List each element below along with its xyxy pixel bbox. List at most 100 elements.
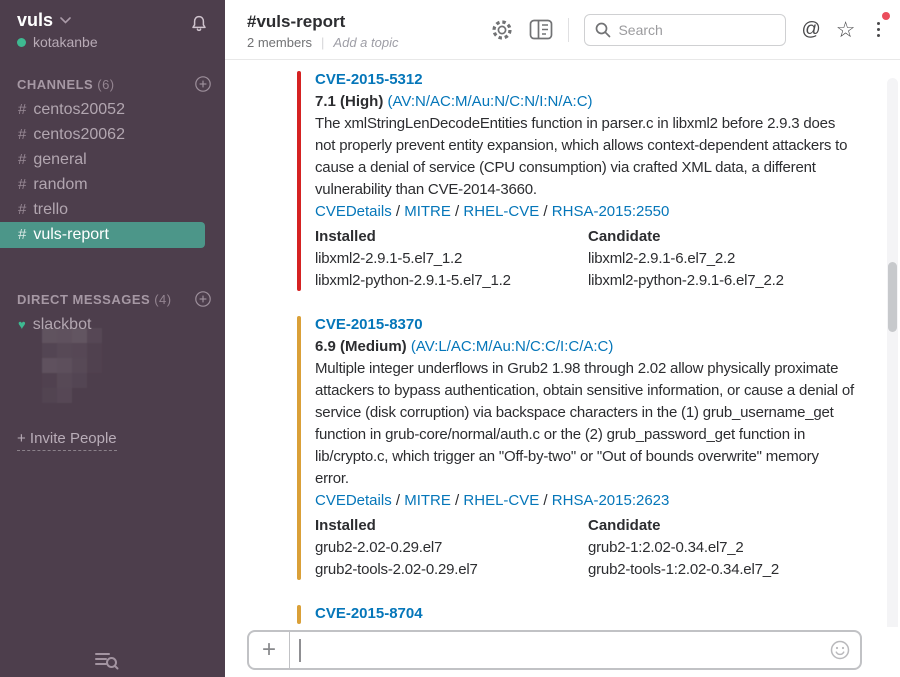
search-icon — [595, 22, 611, 38]
message-attachment: CVE-2015-5312 7.1 (High) (AV:N/AC:M/Au:N… — [297, 69, 856, 292]
sidebar-item-trello[interactable]: #trello — [0, 197, 225, 222]
message-input[interactable] — [290, 632, 830, 668]
reference-links: CVEDetails / MITRE / RHEL-CVE / RHSA-201… — [315, 201, 856, 223]
severity-line: 6.9 (Medium) (AV:L/AC:M/Au:N/C:C/I:C/A:C… — [315, 336, 856, 358]
severity-score: 7.1 (High) — [315, 93, 388, 110]
channel-pane: #vuls-report 2 members | Add a topic — [225, 0, 900, 677]
member-count[interactable]: 2 members — [247, 35, 312, 50]
hash-icon: # — [18, 101, 26, 118]
sidebar: vuls kotakanbe CHANNELS (6) # centos20052… — [0, 0, 225, 677]
field-title: Installed — [315, 226, 588, 248]
link-separator: / — [451, 492, 464, 509]
message-attachment: CVE-2015-8370 6.9 (Medium) (AV:L/AC:M/Au… — [297, 314, 856, 581]
heart-presence-icon: ♥ — [18, 317, 26, 332]
channel-header: #vuls-report 2 members | Add a topic — [225, 0, 900, 60]
hash-icon: # — [18, 201, 26, 218]
search-list-icon[interactable] — [95, 650, 119, 672]
mentions-icon[interactable]: @ — [801, 19, 820, 41]
chevron-down-icon — [60, 17, 71, 24]
cve-title-link[interactable]: CVE-2015-5312 — [315, 69, 423, 91]
add-channel-icon[interactable] — [195, 76, 211, 92]
link-separator: / — [539, 203, 552, 220]
reference-link[interactable]: MITRE — [404, 492, 451, 509]
reference-link[interactable]: MITRE — [404, 203, 451, 220]
reference-link[interactable]: RHEL-CVE — [463, 492, 539, 509]
workspace-menu[interactable]: vuls — [17, 10, 98, 31]
composer: + — [225, 627, 900, 677]
channel-title[interactable]: #vuls-report — [247, 12, 398, 32]
reference-links: CVEDetails / MITRE / RHEL-CVE / RHSA-201… — [315, 490, 856, 512]
attachment-accent-bar — [297, 605, 301, 624]
emoji-picker-icon[interactable] — [830, 632, 860, 668]
channel-settings-gear-icon[interactable] — [490, 18, 514, 42]
user-presence[interactable]: kotakanbe — [17, 34, 98, 50]
cve-title-link[interactable]: CVE-2015-8370 — [315, 314, 423, 336]
reference-link[interactable]: RHSA-2015:2623 — [552, 492, 670, 509]
sidebar-item-slackbot[interactable]: ♥slackbot — [0, 312, 225, 337]
bell-icon[interactable] — [189, 14, 209, 34]
package-version: libxml2-2.9.1-6.el7_2.2 — [588, 248, 856, 270]
channel-name: centos20052 — [33, 101, 125, 118]
message-list: CVE-2015-5312 7.1 (High) (AV:N/AC:M/Au:N… — [225, 61, 886, 677]
notification-dot — [882, 12, 890, 20]
field-title: Candidate — [588, 515, 856, 537]
dm-list: ♥slackbot — [0, 312, 225, 337]
sidebar-item-vuls-report[interactable]: # vuls-report — [0, 222, 205, 248]
vulnerability-description: The xmlStringLenDecodeEntities function … — [315, 113, 856, 201]
field-column: Installedgrub2-2.02-0.29.el7grub2-tools-… — [315, 515, 588, 581]
attach-file-button[interactable]: + — [249, 632, 290, 668]
reference-link[interactable]: CVEDetails — [315, 492, 392, 509]
package-version: libxml2-2.9.1-5.el7_1.2 — [315, 248, 588, 270]
text-cursor — [299, 639, 301, 662]
sidebar-item-centos20062[interactable]: # centos20062 — [0, 122, 225, 147]
field-column: Candidategrub2-1:2.02-0.34.el7_2grub2-to… — [588, 515, 856, 581]
message-attachment: CVE-2015-8704 — [297, 603, 856, 625]
search-input[interactable] — [618, 22, 758, 38]
hash-icon: # — [18, 226, 26, 243]
attachment-fields: Installedlibxml2-2.9.1-5.el7_1.2libxml2-… — [315, 226, 856, 292]
vulnerability-description: Multiple integer underflows in Grub2 1.9… — [315, 358, 856, 490]
add-topic-button[interactable]: Add a topic — [333, 35, 398, 50]
channels-section-header[interactable]: CHANNELS (6) — [0, 76, 225, 92]
link-separator: / — [392, 492, 405, 509]
package-version: grub2-tools-1:2.02-0.34.el7_2 — [588, 559, 856, 581]
sidebar-item-general[interactable]: #general — [0, 147, 225, 172]
cvss-vector-link[interactable]: (AV:L/AC:M/Au:N/C:C/I:C/A:C) — [411, 338, 614, 355]
search-box[interactable] — [584, 14, 786, 46]
package-version: grub2-1:2.02-0.34.el7_2 — [588, 537, 856, 559]
reference-link[interactable]: RHSA-2015:2550 — [552, 203, 670, 220]
hash-icon: # — [18, 126, 26, 143]
dm-label: DIRECT MESSAGES — [17, 292, 150, 307]
cve-title-link[interactable]: CVE-2015-8704 — [315, 603, 423, 625]
dm-section-header[interactable]: DIRECT MESSAGES (4) — [0, 291, 225, 307]
scrollbar-track[interactable] — [887, 78, 898, 643]
channel-name: vuls-report — [33, 226, 109, 243]
reference-link[interactable]: RHEL-CVE — [463, 203, 539, 220]
hash-icon: # — [18, 176, 26, 193]
sidebar-item-centos20052[interactable]: # centos20052 — [0, 97, 225, 122]
header-divider — [568, 18, 569, 42]
severity-line: 7.1 (High) (AV:N/AC:M/Au:N/C:N/I:N/A:C) — [315, 91, 856, 113]
link-separator: / — [451, 203, 464, 220]
channel-name: general — [33, 151, 86, 168]
link-separator: / — [392, 203, 405, 220]
add-dm-icon[interactable] — [195, 291, 211, 307]
channel-name: centos20062 — [33, 126, 125, 143]
more-options-kebab-icon[interactable] — [871, 20, 887, 40]
severity-score: 6.9 (Medium) — [315, 338, 411, 355]
package-version: grub2-2.02-0.29.el7 — [315, 537, 588, 559]
invite-people-button[interactable]: + Invite People — [17, 430, 117, 451]
cvss-vector-link[interactable]: (AV:N/AC:M/Au:N/C:N/I:N/A:C) — [388, 93, 593, 110]
sidebar-item-random[interactable]: # random — [0, 172, 225, 197]
flexpane-toggle-icon[interactable] — [529, 19, 553, 40]
channels-label: CHANNELS — [17, 77, 93, 92]
scrollbar-thumb[interactable] — [888, 262, 897, 332]
package-version: libxml2-python-2.9.1-5.el7_1.2 — [315, 270, 588, 292]
workspace-name: vuls — [17, 10, 53, 31]
reference-link[interactable]: CVEDetails — [315, 203, 392, 220]
field-title: Candidate — [588, 226, 856, 248]
channel-name: random — [33, 176, 87, 193]
starred-items-icon[interactable]: ☆ — [836, 20, 856, 40]
field-column: Installedlibxml2-2.9.1-5.el7_1.2libxml2-… — [315, 226, 588, 292]
attachment-fields: Installedgrub2-2.02-0.29.el7grub2-tools-… — [315, 515, 856, 581]
